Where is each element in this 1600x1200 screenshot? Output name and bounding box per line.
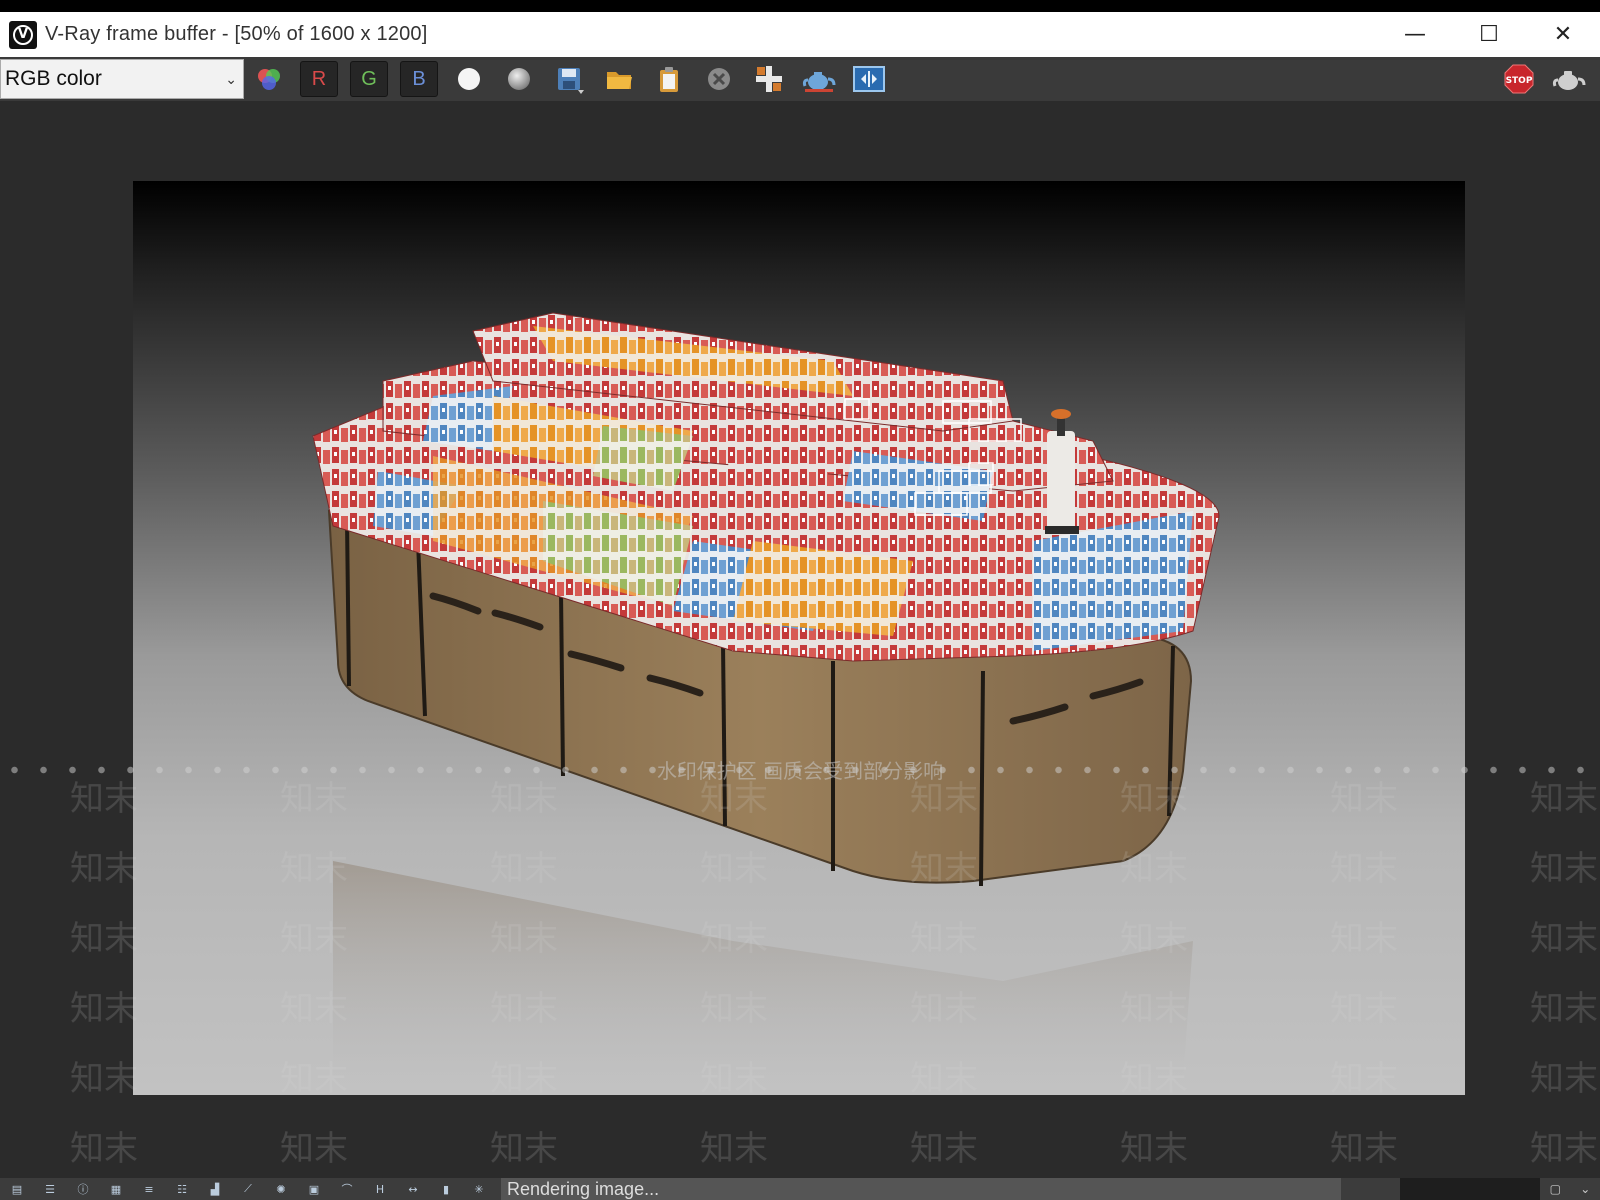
stereo-icon[interactable]: ▮ xyxy=(435,1180,457,1198)
show-alpha-button[interactable] xyxy=(448,59,490,99)
teapot-icon xyxy=(1552,71,1586,90)
copy-to-clipboard-button[interactable] xyxy=(648,59,690,99)
watermark-tile: 知末 xyxy=(700,1129,768,1169)
clear-icon xyxy=(708,68,730,90)
render-viewport[interactable]: 水印保护区 画质会受到部分影响 知末 知末 知末 知末 知末 知末 知末 知末 … xyxy=(0,101,1600,1178)
green-channel-label: G xyxy=(350,61,388,97)
chevron-down-icon: ⌄ xyxy=(225,70,237,87)
grey-circle-icon xyxy=(508,68,530,90)
channel-select-value: RGB color xyxy=(5,67,102,90)
blue-channel-button[interactable]: B xyxy=(398,59,440,99)
history-icon[interactable]: ☰ xyxy=(39,1180,61,1198)
layers-icon[interactable]: ▤ xyxy=(6,1180,28,1198)
watermark-tile: 知末 xyxy=(70,849,138,889)
color-wheel-button[interactable] xyxy=(248,59,290,99)
lut-icon[interactable]: ⌒ xyxy=(336,1180,358,1198)
save-image-button[interactable] xyxy=(548,59,590,99)
statusbar-right: ▢ ⌄ xyxy=(1540,1182,1600,1196)
window-title: V-Ray frame buffer - [50% of 1600 x 1200… xyxy=(45,23,428,45)
channel-select[interactable]: RGB color ⌄ xyxy=(0,59,244,99)
maximize-button[interactable]: ☐ xyxy=(1452,12,1526,57)
rendered-display-counter xyxy=(312,312,1220,1081)
watermark-tile: 知末 xyxy=(70,989,138,1029)
white-balance-icon[interactable]: ▣ xyxy=(303,1180,325,1198)
stop-icon: STOP xyxy=(1504,64,1534,94)
watermark-caption: 水印保护区 画质会受到部分影响 xyxy=(656,758,944,783)
chevron-down-icon[interactable]: ⌄ xyxy=(1580,1182,1590,1196)
watermark-tile: 知末 xyxy=(1530,919,1598,959)
floor-reflection xyxy=(333,861,1193,1081)
watermark-tile: 知末 xyxy=(910,1129,978,1169)
window-size-icon[interactable]: ▢ xyxy=(1550,1182,1561,1196)
watermark-tile: 知末 xyxy=(1530,1129,1598,1169)
watermark-tile: 知末 xyxy=(1530,1059,1598,1099)
render-region-button[interactable] xyxy=(798,59,840,99)
track-mouse-button[interactable] xyxy=(748,59,790,99)
stop-render-button[interactable]: STOP xyxy=(1498,59,1540,99)
teapot-render-icon xyxy=(802,72,836,92)
watermark-tile: 知末 xyxy=(490,1129,558,1169)
watermark-tile: 知末 xyxy=(1330,1129,1398,1169)
curves-icon[interactable]: ⟋ xyxy=(237,1180,259,1198)
color-wheel-icon xyxy=(258,69,280,90)
load-image-button[interactable] xyxy=(598,59,640,99)
info-icon[interactable]: ⓘ xyxy=(72,1180,94,1198)
stop-label: STOP xyxy=(1506,76,1533,86)
render-progress xyxy=(1400,1178,1540,1200)
watermark-tile: 知末 xyxy=(70,1129,138,1169)
ocio-icon[interactable]: ↔ xyxy=(402,1180,424,1198)
clear-image-button[interactable] xyxy=(698,59,740,99)
watermark-tile: 知末 xyxy=(1120,1129,1188,1169)
save-icon xyxy=(558,68,584,94)
watermark-tile: 知末 xyxy=(1530,989,1598,1029)
hsl-icon[interactable]: ≡ xyxy=(138,1180,160,1198)
watermark-tile: 知末 xyxy=(280,1129,348,1169)
paper-towel-holder xyxy=(1045,409,1079,534)
watermark-tile: 知末 xyxy=(70,1059,138,1099)
clipboard-icon xyxy=(660,67,678,92)
watermark-tile: 知末 xyxy=(1530,849,1598,889)
green-channel-button[interactable]: G xyxy=(348,59,390,99)
red-channel-label: R xyxy=(300,61,338,97)
watermark-tile: 知末 xyxy=(70,919,138,959)
compare-ab-icon xyxy=(853,66,885,92)
close-button[interactable]: ✕ xyxy=(1526,12,1600,57)
h-icon[interactable]: H xyxy=(369,1180,391,1198)
monochrome-button[interactable] xyxy=(498,59,540,99)
lens-effects-icon[interactable]: ✳ xyxy=(468,1180,490,1198)
red-channel-button[interactable]: R xyxy=(298,59,340,99)
minimize-button[interactable]: — xyxy=(1378,12,1452,57)
color-correction-icon[interactable]: ▦ xyxy=(105,1180,127,1198)
toolbar: RGB color ⌄ R G B STOP xyxy=(0,57,1600,101)
vray-logo-icon: V xyxy=(9,20,37,49)
white-circle-icon xyxy=(458,68,480,90)
track-mouse-icon xyxy=(756,66,782,92)
screen-top-edge xyxy=(0,0,1600,12)
open-folder-icon xyxy=(607,72,632,89)
window-controls: — ☐ ✕ xyxy=(1378,12,1600,57)
render-status-text: Rendering image... xyxy=(501,1178,1341,1200)
levels-icon[interactable]: ☷ xyxy=(171,1180,193,1198)
title-bar: V V-Ray frame buffer - [50% of 1600 x 12… xyxy=(0,12,1600,57)
exposure-icon[interactable]: ✺ xyxy=(270,1180,292,1198)
rendered-image xyxy=(133,181,1465,1095)
blue-channel-label: B xyxy=(400,61,438,97)
histogram-icon[interactable]: ▟ xyxy=(204,1180,226,1198)
compare-ab-button[interactable] xyxy=(848,59,890,99)
render-button[interactable] xyxy=(1548,59,1590,99)
status-bar: ▤ ☰ ⓘ ▦ ≡ ☷ ▟ ⟋ ✺ ▣ ⌒ H ↔ ▮ ✳ Rendering … xyxy=(0,1178,1600,1200)
